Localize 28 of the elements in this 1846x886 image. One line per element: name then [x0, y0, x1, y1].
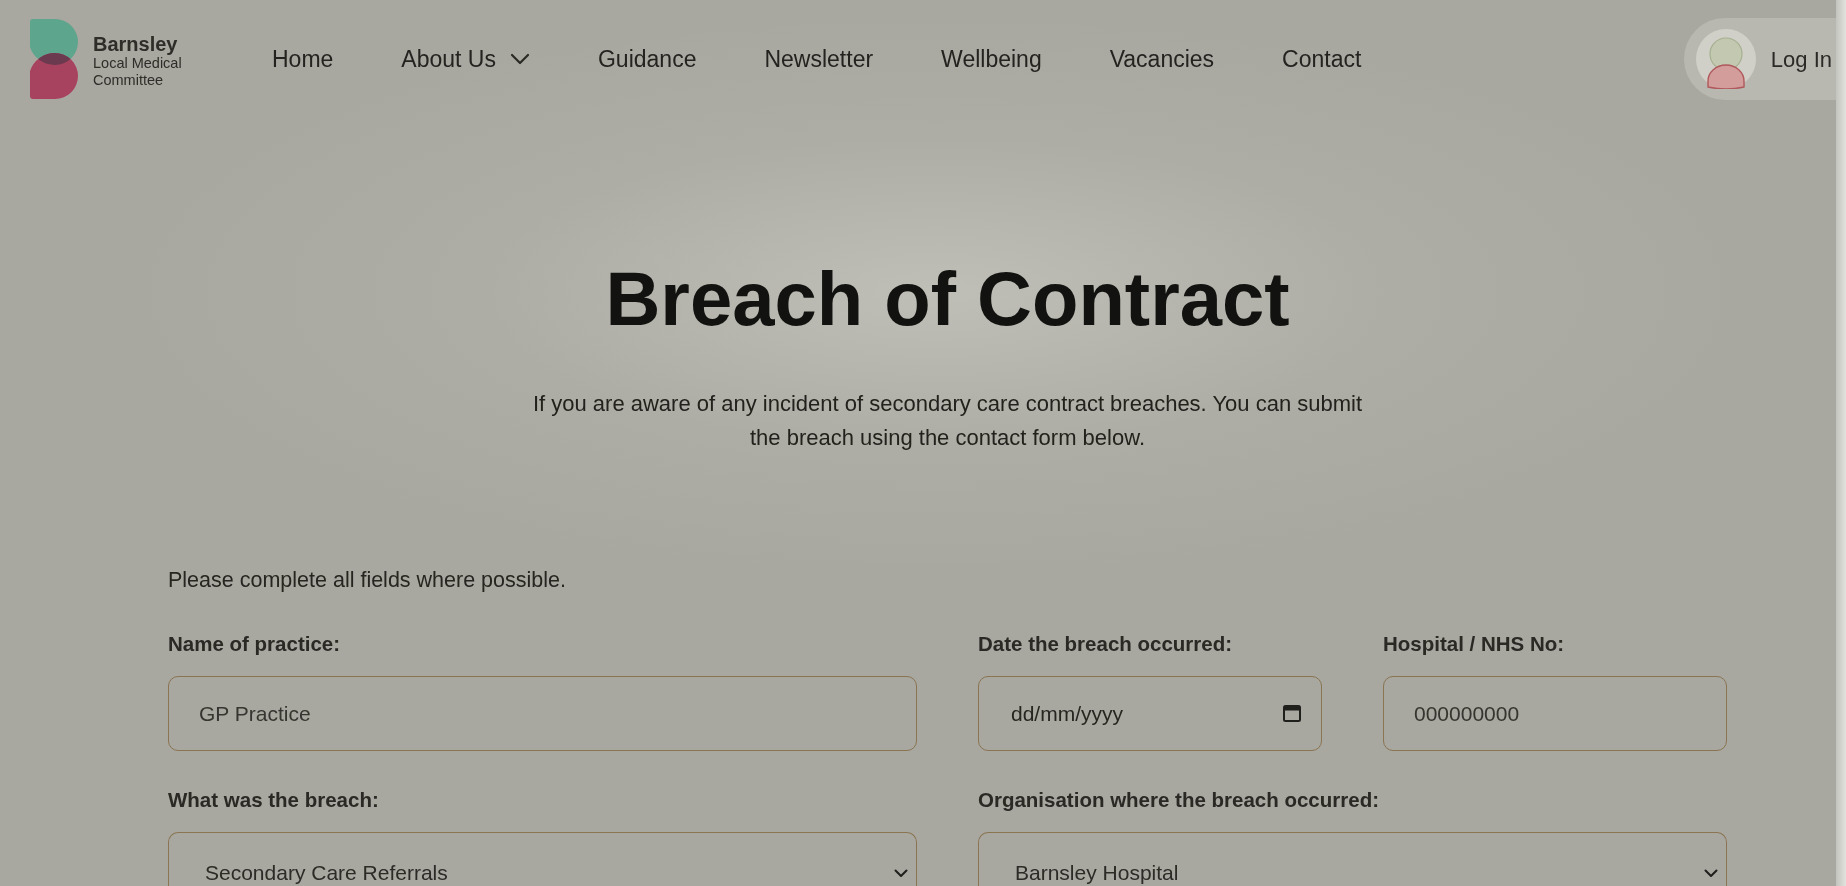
logo-subtitle: Local Medical Committee [93, 54, 182, 89]
text-input[interactable]: GP Practice [168, 676, 917, 751]
field-label: Name of practice: [168, 631, 342, 657]
user-avatar-icon [1695, 29, 1756, 89]
select-dropdown[interactable]: Barnsley Hospital [978, 832, 1727, 886]
chevron-down-icon [1704, 869, 1718, 878]
text-input[interactable]: 000000000 [1383, 676, 1727, 751]
field-label: Date the breach occurred: [978, 631, 1234, 657]
nav-link[interactable]: Home [272, 41, 334, 77]
field-label: Organisation where the breach occurred: [978, 787, 1380, 813]
nav-link[interactable]: Contact [1282, 41, 1362, 77]
nav-link[interactable]: Newsletter [764, 41, 874, 77]
nav-link[interactable]: About Us [401, 41, 530, 77]
intro-text: If you are aware of any incident of secondary care contract breaches. You can submit the breach using the contact form below. [531, 390, 1364, 452]
nav-link[interactable]: Vacancies [1109, 41, 1215, 77]
select-dropdown[interactable]: Secondary Care Referrals [168, 832, 917, 886]
chevron-down-icon [894, 869, 908, 878]
logo-title: Barnsley [93, 32, 179, 55]
field-label: What was the breach: [168, 787, 380, 813]
field-label: Hospital / NHS No: [1383, 631, 1566, 657]
form-instructions: Please complete all fields where possible. [168, 567, 567, 594]
nav-link[interactable]: Guidance [597, 41, 697, 77]
chevron-down-icon [509, 53, 530, 65]
date-input[interactable]: dd/mm/yyyy [978, 676, 1322, 751]
nav-link[interactable]: Wellbeing [941, 41, 1042, 77]
logo-icon [30, 19, 80, 99]
login-button[interactable]: Log In [1683, 18, 1836, 100]
page-title: Breach of Contract [604, 261, 1291, 337]
